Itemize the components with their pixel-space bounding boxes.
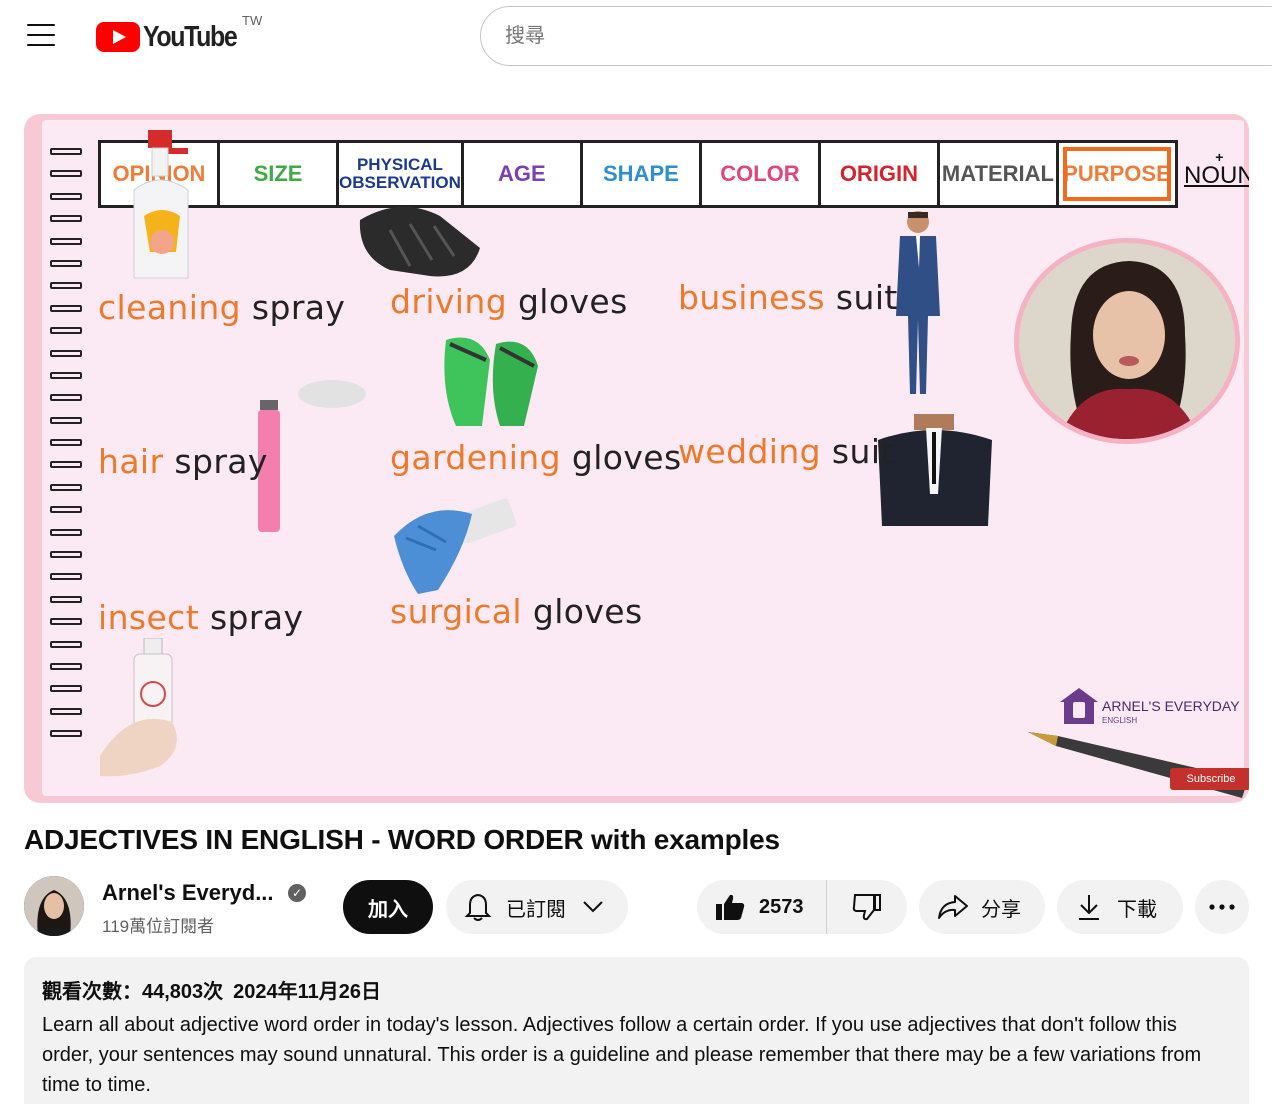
- phrase-business-suit: business suit: [678, 278, 898, 317]
- channel-avatar[interactable]: [24, 876, 84, 936]
- download-icon: [1079, 895, 1099, 920]
- presenter-video-circle: [1014, 238, 1240, 444]
- house-logo-icon: [1060, 688, 1098, 724]
- download-button[interactable]: 下載: [1057, 880, 1183, 934]
- subscriber-count: 119萬位訂閱者: [102, 917, 215, 936]
- channel-name[interactable]: Arnel's Everyd...: [102, 880, 274, 906]
- noun-label: + NOUN: [1184, 149, 1249, 189]
- subscribed-label: 已訂閱: [506, 898, 566, 921]
- driving-gloves-image: [359, 206, 480, 277]
- insect-spray-image: [100, 638, 177, 777]
- order-purpose: PURPOSE: [1059, 143, 1175, 205]
- phrase-gardening-gloves: gardening gloves: [390, 438, 682, 477]
- order-origin: ORIGIN: [821, 143, 940, 205]
- upload-date: 2024年11月26日: [233, 981, 382, 1003]
- youtube-logo[interactable]: YouTube: [96, 20, 252, 54]
- subscribed-button[interactable]: 已訂閱: [446, 880, 628, 934]
- logo-wordmark: YouTube: [143, 20, 238, 53]
- share-icon: [938, 895, 968, 919]
- thumbs-up-icon: [716, 894, 745, 920]
- like-dislike-group: 2573: [697, 880, 907, 934]
- surgical-gloves-image: [394, 498, 517, 594]
- masthead: YouTube TW: [0, 0, 1272, 72]
- youtube-play-icon: [96, 22, 140, 52]
- description-meta: 觀看次數：44,803次 2024年11月26日: [42, 975, 1231, 1004]
- thumbs-down-icon: [852, 894, 881, 921]
- region-code: TW: [242, 13, 263, 28]
- more-actions-button[interactable]: [1195, 880, 1249, 934]
- phrase-cleaning-spray: cleaning spray: [98, 288, 346, 327]
- phrase-insect-spray: insect spray: [98, 598, 304, 637]
- order-age: AGE: [464, 143, 583, 205]
- adjective-order-table: OPINION SIZE PHYSICAL OBSERVATION AGE SH…: [98, 140, 1178, 208]
- notebook-spiral: [50, 148, 90, 753]
- watermark-name: ARNEL'S EVERYDAY: [1102, 698, 1240, 714]
- join-button[interactable]: 加入: [343, 880, 433, 934]
- phrase-hair-spray: hair spray: [98, 442, 268, 481]
- description-box[interactable]: 觀看次數：44,803次 2024年11月26日 Learn all about …: [24, 957, 1249, 1104]
- description-text: Learn all about adjective word order in …: [42, 1014, 1202, 1096]
- bell-icon: [464, 893, 492, 921]
- share-label: 分享: [981, 898, 1021, 921]
- order-color: COLOR: [702, 143, 821, 205]
- dislike-button[interactable]: [827, 880, 907, 934]
- order-material: MATERIAL: [940, 143, 1059, 205]
- gardening-gloves-image: [444, 337, 538, 426]
- video-title: ADJECTIVES IN ENGLISH - WORD ORDER with …: [24, 824, 780, 855]
- more-horizontal-icon: [1209, 904, 1235, 910]
- download-label: 下載: [1117, 898, 1157, 921]
- menu-icon[interactable]: [26, 24, 58, 50]
- order-size: SIZE: [220, 143, 340, 205]
- order-physical-observation: PHYSICAL OBSERVATION: [339, 143, 464, 205]
- phrase-surgical-gloves: surgical gloves: [390, 592, 643, 631]
- like-button[interactable]: 2573: [697, 880, 827, 934]
- cleaning-spray-image: [133, 130, 189, 279]
- verified-check-icon: ✓: [288, 884, 306, 902]
- share-button[interactable]: 分享: [919, 880, 1045, 934]
- subscribe-chip: Subscribe: [1170, 768, 1249, 790]
- chevron-down-icon: [583, 901, 603, 913]
- watermark-subtitle: ENGLISH: [1102, 716, 1138, 725]
- search-box[interactable]: [480, 6, 1272, 66]
- view-count: 觀看次數：44,803次: [42, 981, 224, 1003]
- order-shape: SHAPE: [583, 143, 702, 205]
- video-frame: OPINION SIZE PHYSICAL OBSERVATION AGE SH…: [42, 120, 1249, 798]
- search-input[interactable]: [505, 24, 1205, 48]
- phrase-driving-gloves: driving gloves: [390, 282, 628, 321]
- phrase-wedding-suit: wedding suit: [678, 432, 894, 471]
- hair-spray-image: [258, 380, 366, 532]
- like-count: 2573: [759, 895, 804, 918]
- video-player[interactable]: OPINION SIZE PHYSICAL OBSERVATION AGE SH…: [24, 114, 1249, 803]
